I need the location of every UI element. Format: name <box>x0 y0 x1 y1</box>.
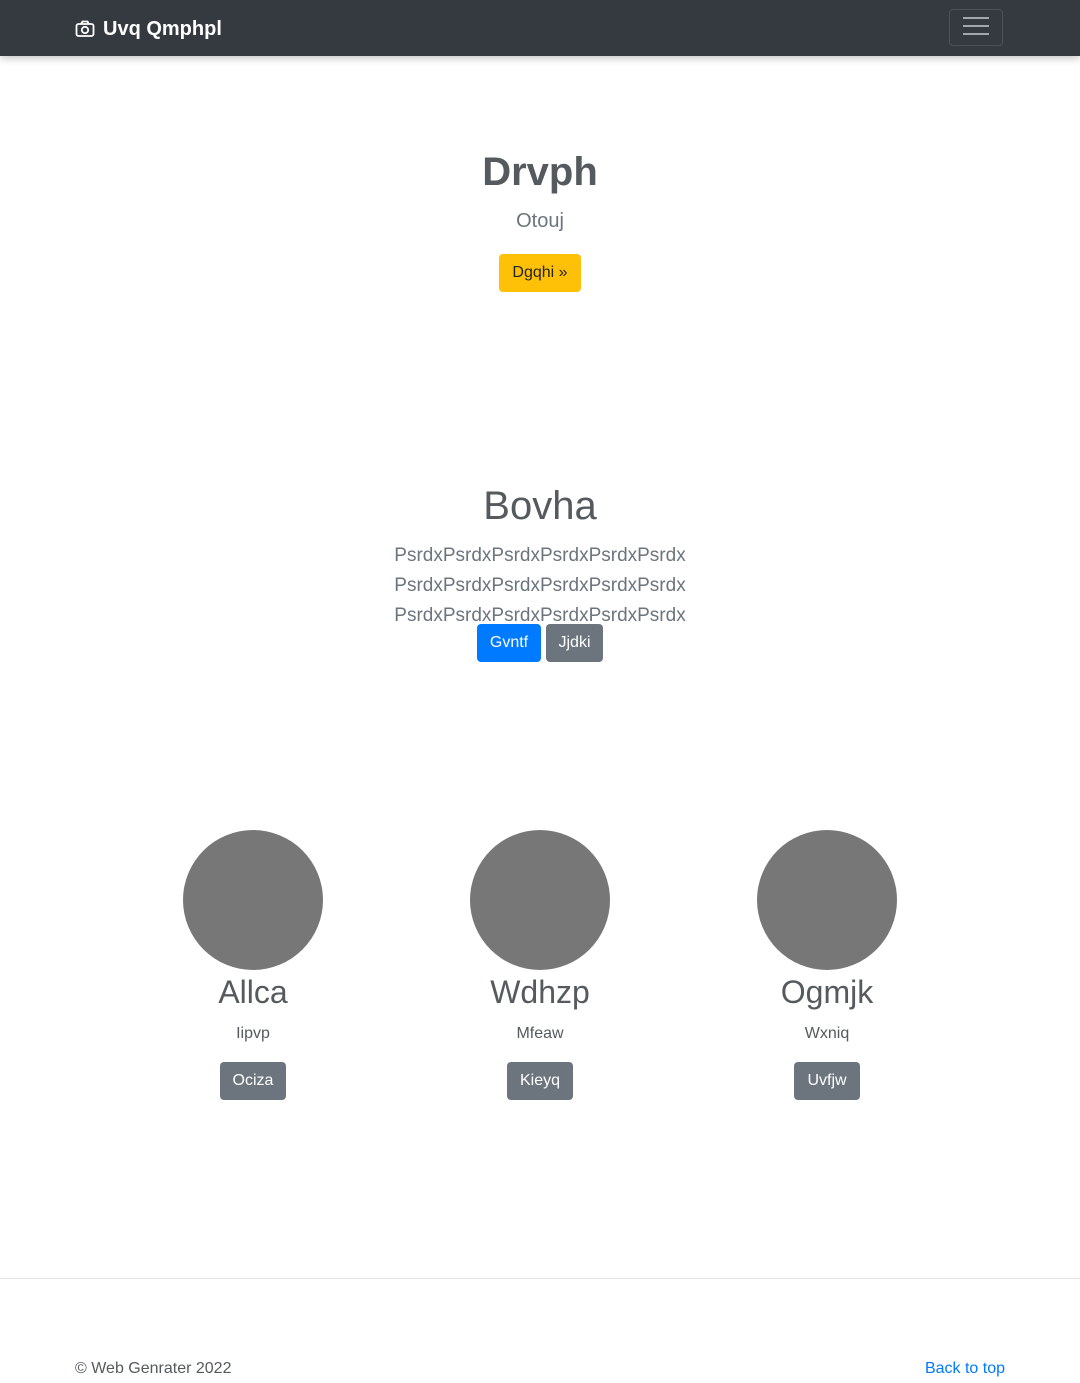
column-button[interactable]: Uvfjw <box>794 1062 860 1100</box>
brand-link[interactable]: Uvq Qmphpl <box>75 15 222 43</box>
footer-divider <box>0 1278 1080 1279</box>
hero-cta-button[interactable]: Dgqhi » <box>499 254 581 292</box>
navbar: Uvq Qmphpl <box>0 0 1080 56</box>
column-text: Wxniq <box>804 1025 850 1042</box>
hamburger-menu-icon <box>962 15 990 40</box>
back-to-top-link[interactable]: Back to top <box>925 1360 1005 1378</box>
primary-button[interactable]: Gvntf <box>477 624 541 662</box>
hero-subtitle: Otouj <box>516 210 564 232</box>
navbar-toggler-button[interactable] <box>949 9 1003 46</box>
column-heading: Ogmjk <box>780 974 874 1010</box>
brand-label: Uvq Qmphpl <box>103 17 222 40</box>
section-lead: PsrdxPsrdxPsrdxPsrdxPsrdxPsrdx PsrdxPsrd… <box>394 545 686 626</box>
avatar-placeholder <box>183 830 323 970</box>
avatar-placeholder <box>757 830 897 970</box>
column-button[interactable]: Kieyq <box>506 1062 574 1100</box>
feature-column: Wdhzp Mfeaw Kieyq <box>390 830 690 1100</box>
section-title: Bovha <box>483 484 597 528</box>
footer-copyright: © Web Genrater 2022 <box>75 1360 232 1377</box>
column-text: Iipvp <box>236 1025 270 1042</box>
hero-title: Drvph <box>482 150 598 194</box>
secondary-button[interactable]: Jjdki <box>546 624 603 662</box>
camera-icon <box>75 19 95 39</box>
feature-column: Allca Iipvp Ociza <box>103 830 403 1100</box>
column-button[interactable]: Ociza <box>219 1062 287 1100</box>
column-heading: Allca <box>218 974 288 1010</box>
column-heading: Wdhzp <box>490 974 590 1010</box>
avatar-placeholder <box>470 830 610 970</box>
feature-column: Ogmjk Wxniq Uvfjw <box>677 830 977 1100</box>
column-text: Mfeaw <box>516 1025 564 1042</box>
